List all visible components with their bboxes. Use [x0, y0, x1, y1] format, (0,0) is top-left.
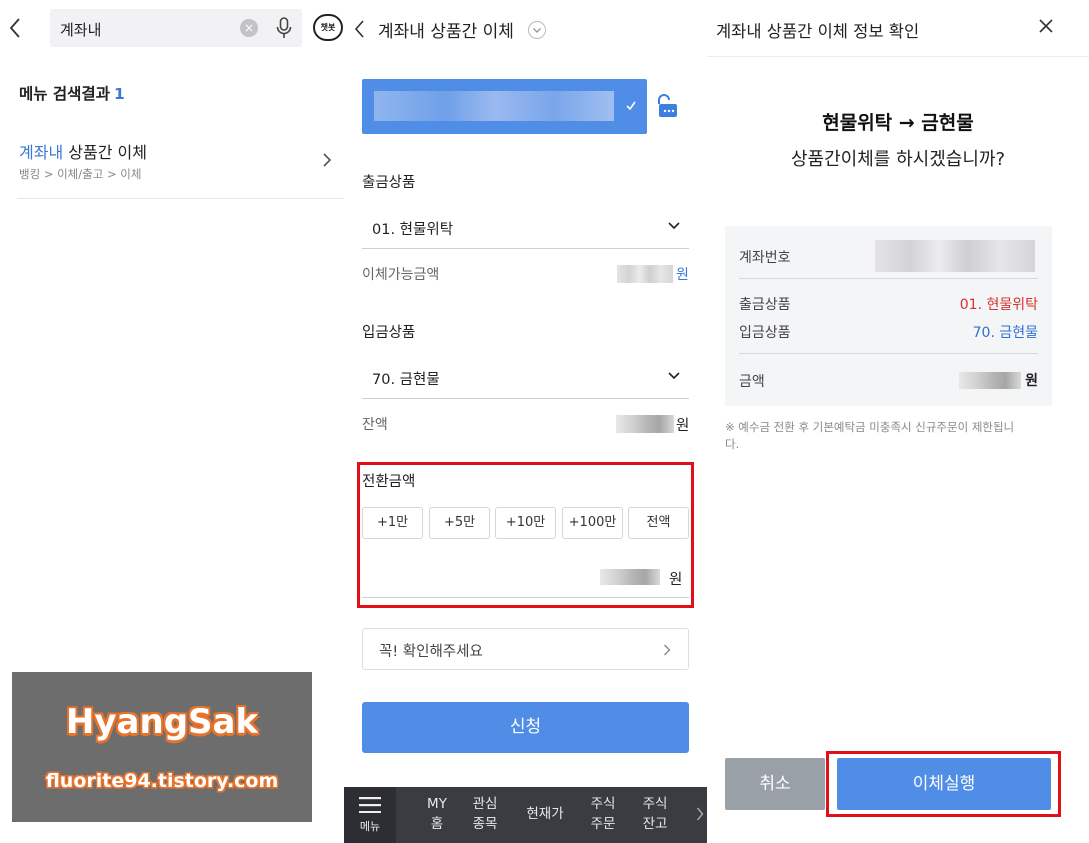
nav-stock-order[interactable]: 주식 주문 [582, 794, 624, 834]
search-query: 계좌내 [60, 21, 102, 39]
confirm-panel: 계좌내 상품간 이체 정보 확인 현물위탁 → 금현물 상품간이체를 하시겠습니… [707, 0, 1089, 843]
out-product-value: 01. 현물위탁 [959, 297, 1038, 313]
account-number-masked [374, 91, 614, 121]
close-icon[interactable] [1038, 18, 1054, 34]
divider [362, 597, 689, 598]
amount-label: 금액 [739, 374, 765, 390]
apply-button[interactable]: 신청 [362, 702, 689, 753]
nav-label: 관심 [472, 796, 498, 812]
divider [362, 248, 689, 249]
transfer-direction: 현물위탁 → 금현물 [822, 112, 974, 134]
in-product-label: 입금상품 [362, 325, 416, 341]
transfer-info-card: 계좌번호 출금상품 01. 현물위탁 입금상품 70. 금현물 금액 원 [725, 226, 1052, 406]
amount-unit: 원 [1025, 373, 1038, 389]
page-title: 계좌내 상품간 이체 [378, 22, 514, 42]
amount-unit: 원 [669, 572, 683, 588]
chevron-down-icon[interactable] [528, 21, 546, 39]
amount-input[interactable]: 원 [362, 550, 689, 596]
in-product-label: 입금상품 [739, 325, 791, 341]
cancel-button[interactable]: 취소 [725, 758, 825, 810]
available-amount-label: 이체가능금액 [362, 267, 440, 283]
hamburger-icon [359, 797, 381, 813]
add-10k-button[interactable]: +1만 [362, 507, 423, 539]
results-heading: 메뉴 검색결과 1 [19, 82, 125, 104]
watermark-logo: HyangSak fluorite94.tistory.com [12, 672, 312, 822]
divider [362, 398, 689, 399]
in-product-select[interactable]: 70. 금현물 [362, 356, 689, 398]
execute-transfer-button[interactable]: 이체실행 [837, 758, 1051, 810]
in-product-value: 70. 금현물 [372, 372, 440, 388]
out-product-value: 01. 현물위탁 [372, 222, 454, 238]
chevron-right-icon[interactable] [696, 807, 704, 821]
balance-unit: 원 [676, 418, 690, 434]
add-1m-button[interactable]: +100만 [562, 507, 623, 539]
dialog-title: 계좌내 상품간 이체 정보 확인 [716, 22, 920, 41]
confirm-notice-row[interactable]: 꼭! 확인해주세요 [362, 628, 689, 670]
out-product-select[interactable]: 01. 현물위탁 [362, 206, 689, 248]
nav-current-price[interactable]: 현재가 [517, 804, 573, 824]
nav-label: 주식 [642, 796, 668, 812]
account-label: 계좌번호 [739, 250, 791, 266]
add-50k-button[interactable]: +5만 [429, 507, 490, 539]
check-icon [626, 101, 636, 110]
nav-my-home[interactable]: MY 홈 [416, 794, 458, 834]
nav-label: 종목 [472, 816, 498, 832]
out-product-label: 출금상품 [739, 297, 791, 313]
amount-masked [600, 569, 660, 585]
divider [739, 353, 1038, 354]
balance-masked [616, 415, 674, 433]
nav-watchlist[interactable]: 관심 종목 [464, 794, 506, 834]
result-name-highlight: 계좌내 [19, 143, 64, 162]
menu-search-panel: 계좌내 × 챗봇 메뉴 검색결과 1 계좌내 상품간 이체 뱅킹 > 이체/출고 … [0, 0, 344, 843]
results-count: 1 [113, 85, 125, 103]
nav-label: MY [427, 796, 447, 812]
results-label: 메뉴 검색결과 [19, 85, 110, 103]
out-product-label: 출금상품 [362, 175, 416, 191]
search-input[interactable]: 계좌내 × [50, 9, 302, 47]
clear-icon[interactable]: × [240, 19, 258, 37]
chevron-right-icon [322, 152, 332, 168]
nav-label: 잔고 [642, 816, 668, 832]
chevron-down-icon [668, 372, 680, 380]
divider [17, 198, 344, 199]
add-100k-button[interactable]: +10만 [495, 507, 556, 539]
search-result-item[interactable]: 계좌내 상품간 이체 뱅킹 > 이체/출고 > 이체 [0, 128, 344, 198]
confirm-question: 상품간이체를 하시겠습니까? [791, 149, 1005, 170]
in-product-value: 70. 금현물 [972, 325, 1038, 341]
available-amount-unit: 원 [676, 267, 689, 283]
watermark-title: HyangSak [65, 702, 259, 742]
back-icon[interactable] [8, 17, 22, 39]
nav-menu-button[interactable]: 메뉴 [344, 787, 396, 843]
full-amount-button[interactable]: 전액 [628, 507, 689, 539]
chatbot-icon[interactable]: 챗봇 [313, 14, 343, 41]
nav-stock-balance[interactable]: 주식 잔고 [634, 794, 676, 834]
balance-label: 잔액 [362, 417, 388, 433]
available-amount-masked [617, 265, 673, 283]
divider [739, 278, 1038, 279]
chevron-down-icon [668, 222, 680, 230]
nav-label: 주식 [590, 796, 616, 812]
nav-label: 현재가 [526, 806, 564, 822]
result-name: 계좌내 상품간 이체 [19, 139, 147, 163]
result-name-rest: 상품간 이체 [63, 143, 147, 162]
microphone-icon[interactable] [276, 17, 292, 39]
amount-label: 전환금액 [362, 474, 416, 490]
result-path: 뱅킹 > 이체/출고 > 이체 [19, 167, 142, 181]
notice-text: ※ 예수금 전환 후 기본예탁금 미충족시 신규주문이 제한됩니다. [725, 420, 1015, 451]
watermark-url: fluorite94.tistory.com [45, 770, 279, 792]
account-selector[interactable] [362, 79, 647, 134]
divider [707, 56, 1089, 57]
nav-menu-label: 메뉴 [359, 820, 381, 833]
back-icon[interactable] [353, 19, 365, 39]
unlock-icon[interactable] [654, 93, 680, 119]
confirm-notice-label: 꼭! 확인해주세요 [379, 644, 483, 660]
nav-label: 홈 [430, 816, 444, 832]
amount-masked [959, 372, 1021, 389]
account-number-masked [875, 240, 1035, 272]
bottom-nav: 메뉴 MY 홈 관심 종목 현재가 주식 주문 주식 잔고 [344, 787, 707, 843]
nav-label: 주문 [590, 816, 616, 832]
transfer-form-panel: 계좌내 상품간 이체 출금상품 01. 현물위탁 이체가능금액 원 입금상품 7… [344, 0, 707, 843]
chevron-right-icon [663, 644, 671, 656]
